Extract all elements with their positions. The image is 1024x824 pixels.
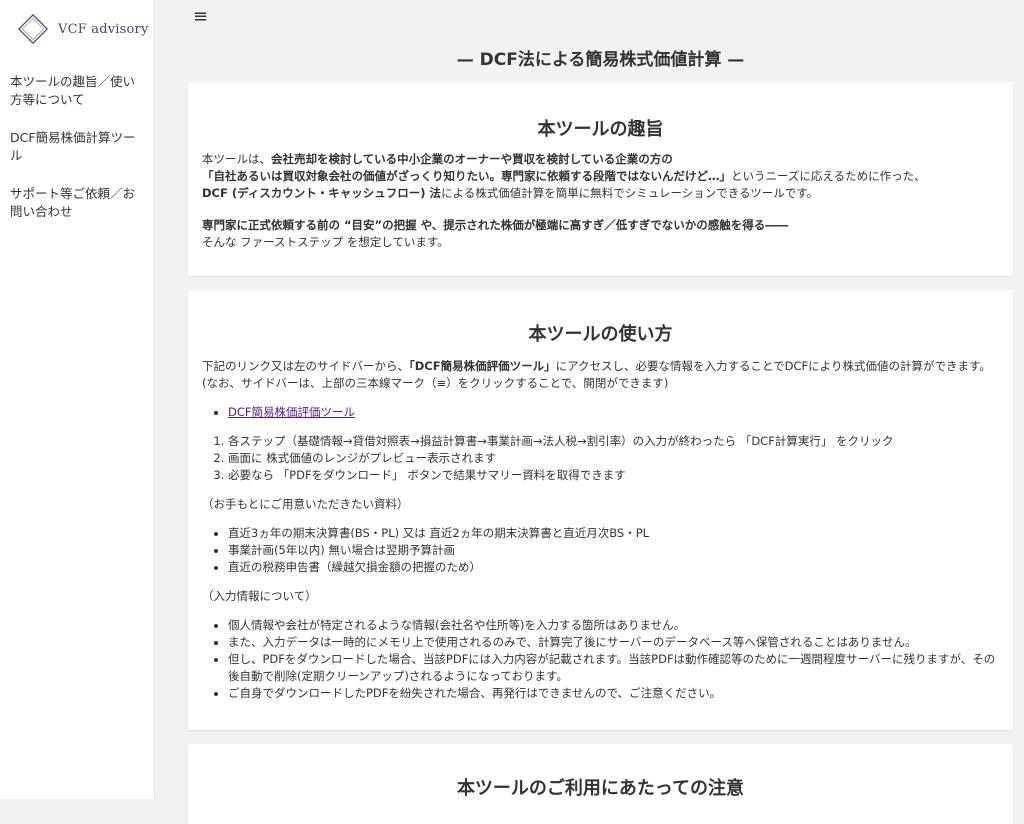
howto-link-list: DCF簡易株価評価ツール [202,404,1002,421]
purpose-note: 専門家に正式依頼する前の “目安”の把握 や、提示された株価が極端に高すぎ／低す… [202,217,1002,251]
list-item: 事業計画(5年以内) 無い場合は翌期予算計画 [228,542,1002,559]
step-item: 必要なら 「PDFをダウンロード」 ボタンで結果サマリー資料を取得できます [228,467,1002,484]
purpose-body: 本ツールは、会社売却を検討している中小企業のオーナーや買収を検討している企業の方… [202,151,1002,202]
materials-list: 直近3ヵ年の期末決算書(BS・PL) 又は 直近2ヵ年の期末決算書と直近月次BS… [202,525,1002,576]
howto-title: 本ツールの使い方 [528,324,673,345]
dcf-tool-link[interactable]: DCF簡易株価評価ツール [228,405,355,419]
page-title: — DCF法による簡易株式価値計算 — [456,50,745,70]
list-item: DCF簡易株価評価ツール [228,404,1002,421]
sidebar-item-dcf-tool[interactable]: DCF簡易株価計算ツール [10,129,146,165]
howto-lead: 下記のリンク又は左のサイドバーから、「DCF簡易株価評価ツール」にアクセスし、必… [202,358,1002,392]
list-item: ご自身でダウンロードしたPDFを紛失された場合、再発行はできませんので、ご注意く… [228,685,1002,702]
purpose-note-bold: 専門家に正式依頼する前の “目安”の把握 や、提示された株価が極端に高すぎ／低す… [202,218,789,232]
diamond-logo-icon [18,14,48,44]
purpose-card: 本ツールの趣旨 本ツールは、会社売却を検討している中小企業のオーナーや買収を検討… [188,82,1013,276]
sidebar: VCF advisory 本ツールの趣旨／使い方等について DCF簡易株価計算ツ… [0,0,155,799]
sidebar-item-contact[interactable]: サポート等ご依頼／お問い合わせ [10,185,146,221]
step-item: 各ステップ（基礎情報→貸借対照表→損益計算書→事業計画→法人税→割引率）の入力が… [228,433,1002,450]
input-heading: （入力情報について） [202,589,317,603]
materials-heading: （お手もとにご用意いただきたい資料） [202,497,409,511]
step-item: 画面に 株式価値のレンジがプレビュー表示されます [228,450,1002,467]
list-item: また、入力データは一時的にメモリ上で使用されるのみで、計算完了後にサーバーのデー… [228,634,1002,651]
list-item: 個人情報や会社が特定されるような情報(会社名や住所等)を入力する箇所はありません… [228,617,1002,634]
howto-lead-pre: 下記のリンク又は左のサイドバーから、 [202,359,409,373]
purpose-note-line2: そんな ファーストステップ を想定しています。 [202,235,449,249]
purpose-line3-bold: DCF (ディスカウント・キャッシュフロー) 法 [202,186,442,200]
howto-steps: 各ステップ（基礎情報→貸借対照表→損益計算書→事業計画→法人税→割引率）の入力が… [202,433,1002,484]
purpose-line2-post: というニーズに応えるために作った、 [731,169,926,183]
menu-toggle-icon[interactable]: ≡ [193,7,208,27]
brand-logo[interactable]: VCF advisory [16,11,149,47]
purpose-line2-bold: 「自社あるいは買収対象会社の価値がざっくり知りたい。専門家に依頼する段階ではない… [202,169,731,183]
notice-title: 本ツールのご利用にあたっての注意 [456,778,745,799]
input-notes-list: 個人情報や会社が特定されるような情報(会社名や住所等)を入力する箇所はありません… [202,617,1002,702]
purpose-line3-post: による株式価値計算を簡単に無料でシミュレーションできるツールです。 [441,186,819,200]
brand-name: VCF advisory [58,21,149,37]
howto-card: 本ツールの使い方 下記のリンク又は左のサイドバーから、「DCF簡易株価評価ツール… [188,290,1013,730]
purpose-title: 本ツールの趣旨 [537,119,664,140]
sidebar-item-about[interactable]: 本ツールの趣旨／使い方等について [10,73,146,109]
howto-lead-bold: 「DCF簡易株価評価ツール」 [409,359,556,373]
list-item: 直近3ヵ年の期末決算書(BS・PL) 又は 直近2ヵ年の期末決算書と直近月次BS… [228,525,1002,542]
purpose-line1-bold: 会社売却を検討している中小企業のオーナーや買収を検討している企業の方の [271,152,673,166]
purpose-line1-pre: 本ツールは、 [202,152,271,166]
notice-card: 本ツールのご利用にあたっての注意 [188,744,1013,824]
sidebar-nav: 本ツールの趣旨／使い方等について DCF簡易株価計算ツール サポート等ご依頼／お… [10,73,146,241]
howto-body: 下記のリンク又は左のサイドバーから、「DCF簡易株価評価ツール」にアクセスし、必… [202,358,1002,702]
list-item: 直近の税務申告書（繰越欠損金額の把握のため） [228,559,1002,576]
list-item: 但し、PDFをダウンロードした場合、当該PDFには入力内容が記載されます。当該P… [228,651,1002,685]
